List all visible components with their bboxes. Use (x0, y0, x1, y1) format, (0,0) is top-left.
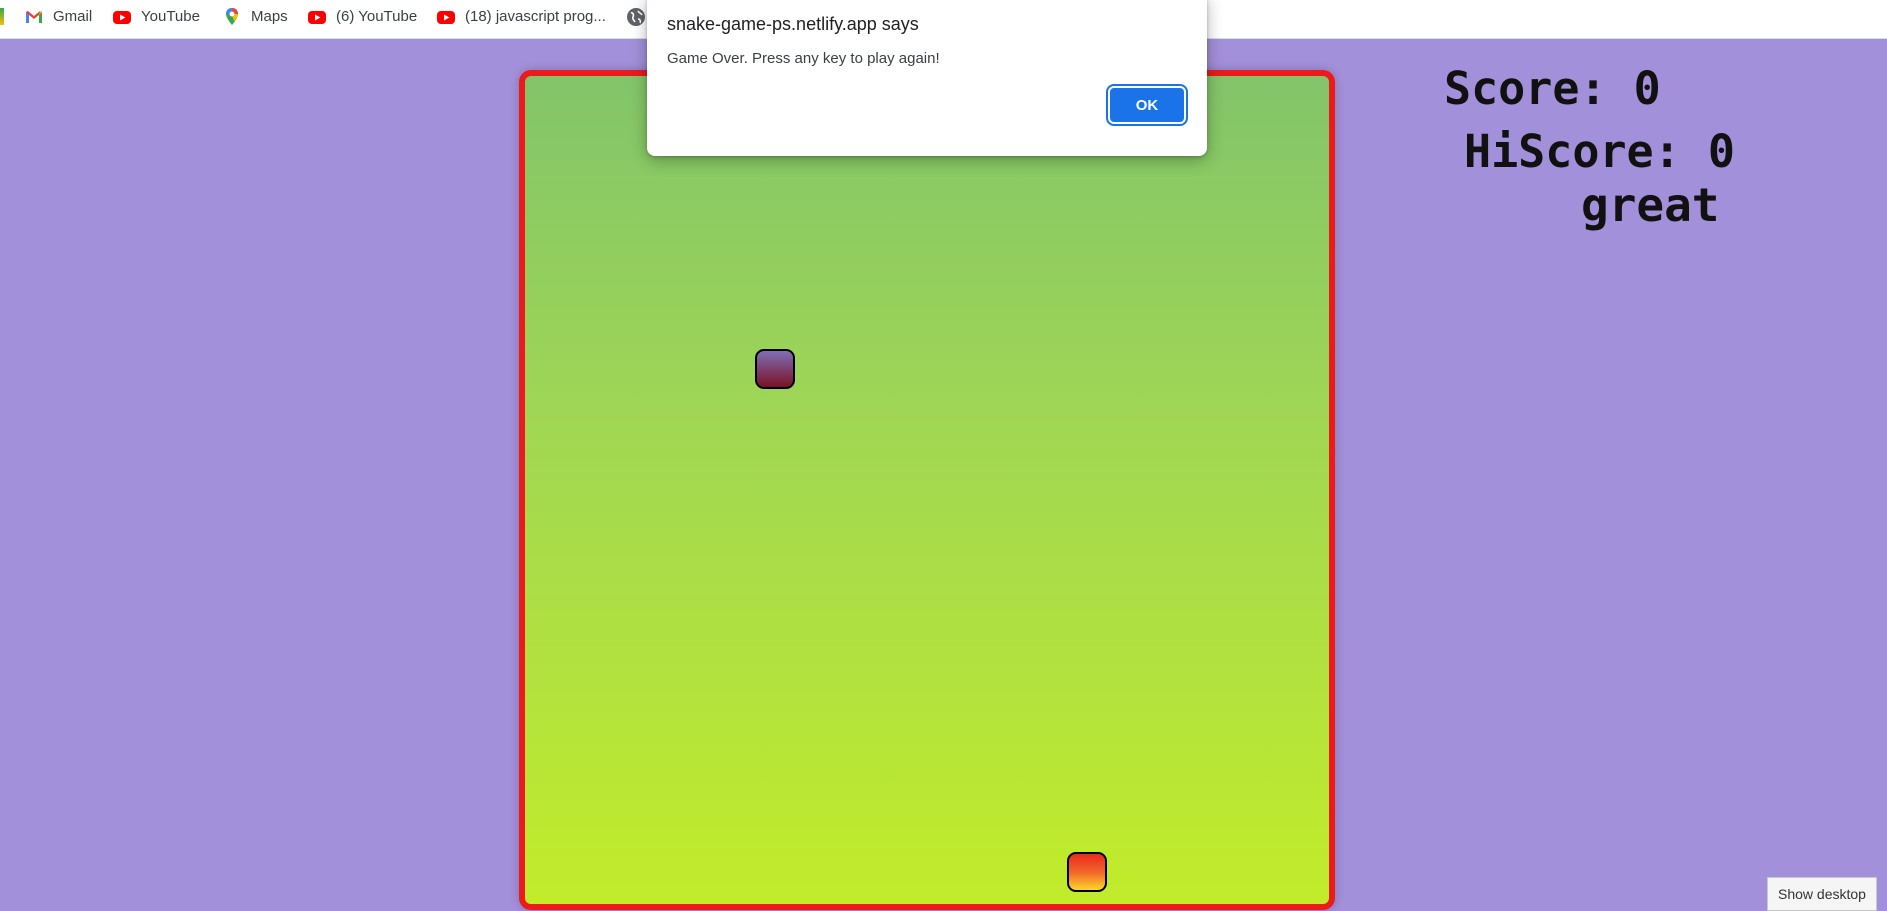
youtube-icon (112, 7, 132, 27)
youtube-icon (436, 7, 456, 27)
game-message: great (1581, 178, 1720, 232)
bookmark-label: YouTube (141, 8, 200, 25)
bookmark-label: Maps (251, 8, 288, 25)
gmail-icon (24, 7, 44, 27)
dialog-message: Game Over. Press any key to play again! (667, 50, 940, 67)
bookmark-edge-icon (0, 8, 4, 25)
bookmark-maps[interactable]: Maps (222, 0, 288, 33)
hiscore-display: HiScore: 0 (1464, 125, 1735, 178)
bookmark-javascript-prog[interactable]: (18) javascript prog... (436, 0, 606, 33)
game-board[interactable] (519, 70, 1335, 910)
alert-dialog: snake-game-ps.netlify.app says Game Over… (647, 0, 1207, 156)
bookmark-label: Gmail (53, 8, 93, 25)
food-cell (755, 349, 795, 389)
show-desktop-tooltip: Show desktop (1767, 877, 1877, 911)
youtube-icon (307, 7, 327, 27)
bookmark-gmail[interactable]: Gmail (24, 0, 92, 33)
globe-icon (626, 7, 646, 27)
bookmark-label: (6) YouTube (336, 8, 418, 25)
bookmark-youtube-6[interactable]: (6) YouTube (307, 0, 417, 33)
maps-icon (222, 7, 242, 27)
ok-button[interactable]: OK (1106, 84, 1188, 126)
bookmark-label: (18) javascript prog... (465, 8, 606, 25)
dialog-title: snake-game-ps.netlify.app says (667, 14, 919, 34)
bookmark-youtube[interactable]: YouTube (112, 0, 200, 33)
score-display: Score: 0 (1444, 62, 1661, 115)
snake-head (1067, 852, 1107, 892)
